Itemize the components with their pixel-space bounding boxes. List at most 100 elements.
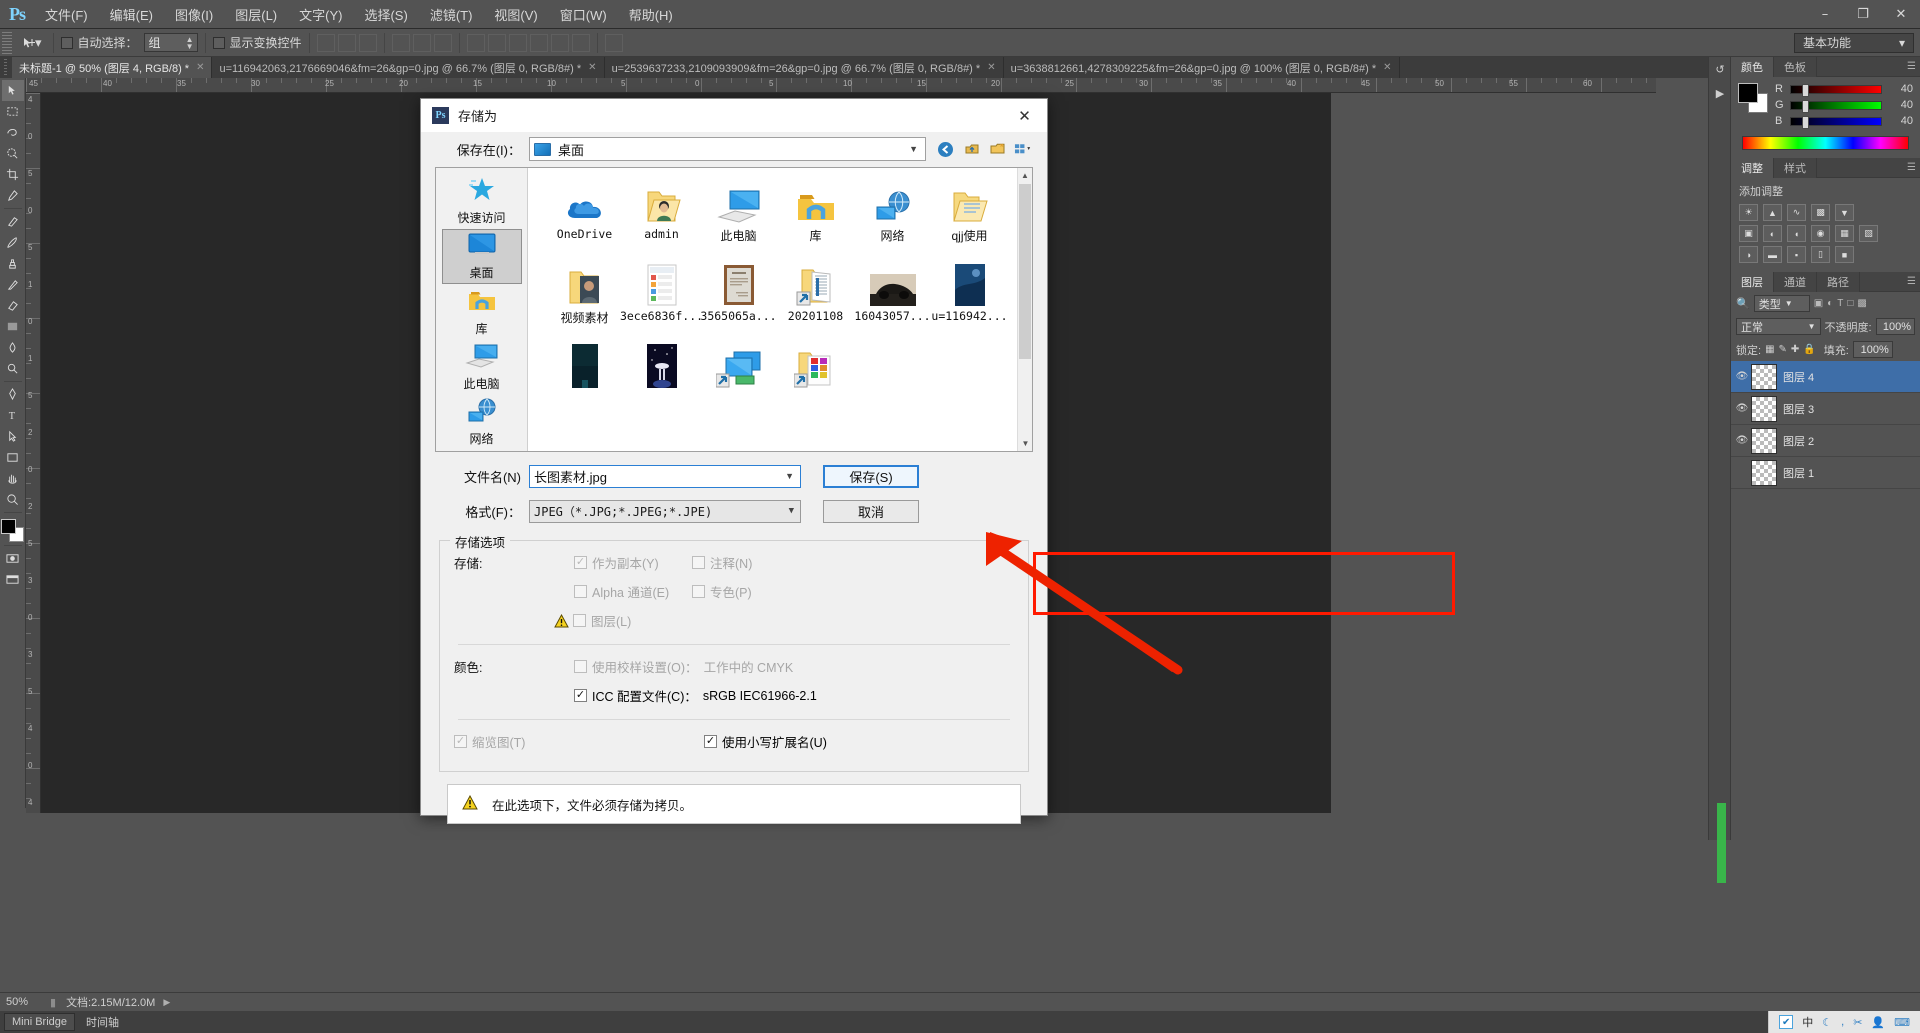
menu-file[interactable]: 文件(F) [34,1,99,28]
align-left-icon[interactable] [392,34,410,52]
zoom-level[interactable]: 50% [6,996,50,1008]
tab-layers[interactable]: 图层 [1731,272,1774,292]
channel-value-r[interactable]: 40 [1887,83,1913,95]
filter-kind-shape-icon[interactable]: □ [1847,298,1853,309]
view-mode-icon[interactable] [1014,140,1033,159]
checkbox-box[interactable] [574,689,587,702]
file-list[interactable]: OneDrive admin 此电脑 [528,168,1032,451]
tool-eraser[interactable] [2,295,24,316]
checkbox-box[interactable] [454,735,467,748]
tool-preset-chevron-icon[interactable]: ▾ [35,35,42,51]
tab-styles[interactable]: 样式 [1774,158,1817,178]
lock-image-icon[interactable]: ✎ [1779,344,1787,355]
show-transform-checkbox[interactable] [213,37,225,49]
menu-filter[interactable]: 滤镜(T) [419,1,484,28]
tab-close-icon[interactable]: ✕ [1383,62,1391,73]
distribute-left-icon[interactable] [530,34,548,52]
chevron-down-icon[interactable]: ▼ [909,144,918,154]
menu-help[interactable]: 帮助(H) [618,1,684,28]
tool-pen[interactable] [2,384,24,405]
threshold-icon[interactable]: ▪ [1787,246,1806,263]
timeline-button[interactable]: 时间轴 [79,1013,126,1031]
chevron-down-icon[interactable]: ▼ [1785,299,1793,308]
tab-close-icon[interactable]: ✕ [588,62,596,73]
filter-kind-adjust-icon[interactable]: ◐ [1827,298,1833,309]
channel-value-g[interactable]: 40 [1887,99,1913,111]
ime-comma-icon[interactable]: , [1841,1016,1844,1028]
tool-hand[interactable] [2,468,24,489]
tool-zoom[interactable] [2,489,24,510]
quick-mask-toggle[interactable] [2,548,24,569]
layer-row[interactable]: 👁 图层 3 [1731,393,1920,425]
distribute-hcenter-icon[interactable] [551,34,569,52]
chevron-down-icon[interactable]: ▼ [789,506,794,516]
file-item[interactable]: 20201108 [777,260,854,332]
menu-view[interactable]: 视图(V) [483,1,548,28]
checkbox-alpha-channels[interactable]: Alpha 通道(E) [574,582,692,601]
checkbox-spot-colors[interactable]: 专色(P) [692,582,810,601]
adjustments-panel-menu-icon[interactable]: ☰ [1817,158,1920,178]
tab-paths[interactable]: 路径 [1817,272,1860,292]
file-item[interactable] [623,342,700,414]
place-network[interactable]: 网络 [442,396,522,450]
dialog-title-bar[interactable]: Ps 存储为 ✕ [421,99,1047,132]
color-panel-swatches[interactable] [1738,83,1768,113]
history-panel-icon[interactable]: ↺ [1709,57,1731,81]
color-panel-fg-swatch[interactable] [1738,83,1758,103]
tool-type[interactable]: T [2,405,24,426]
file-item[interactable]: 库 [777,178,854,250]
tool-eyedropper[interactable] [2,185,24,206]
stepper-icon[interactable]: ▲▼ [186,36,194,50]
align-hcenter-icon[interactable] [413,34,431,52]
align-right-icon[interactable] [434,34,452,52]
scroll-down-icon[interactable]: ▼ [1018,436,1032,451]
file-item[interactable] [700,342,777,414]
channel-knob-g[interactable] [1802,100,1809,113]
auto-select-dropdown[interactable]: 组 ▲▼ [144,33,198,52]
file-list-scrollbar[interactable]: ▲ ▼ [1017,168,1032,451]
tab-close-icon[interactable]: ✕ [987,62,995,73]
file-item[interactable]: 视频素材 [546,260,623,332]
layers-panel-menu-icon[interactable]: ☰ [1860,272,1920,292]
color-swatches[interactable] [1,519,25,543]
actions-panel-icon[interactable]: ▶ [1709,81,1731,105]
tab-channels[interactable]: 通道 [1774,272,1817,292]
channel-slider-r[interactable] [1790,85,1882,94]
tool-clone-stamp[interactable] [2,253,24,274]
checkbox-use-proof-setup[interactable]: 使用校样设置(O)： 工作中的 CMYK [574,657,817,676]
mini-bridge-button[interactable]: Mini Bridge [4,1013,75,1031]
format-dropdown[interactable]: JPEG（*.JPG;*.JPEG;*.JPE) ▼ [529,500,801,523]
ime-user-icon[interactable]: 👤 [1871,1016,1885,1029]
layer-visibility-icon[interactable]: 👁 [1733,403,1751,414]
place-desktop[interactable]: 桌面 [442,229,522,284]
exposure-icon[interactable]: ▩ [1811,204,1830,221]
tool-rectangle[interactable] [2,447,24,468]
color-panel-menu-icon[interactable]: ☰ [1817,57,1920,77]
place-library[interactable]: 库 [442,285,522,339]
file-item[interactable]: 3ece6836f... [623,260,700,332]
file-item[interactable] [777,342,854,414]
checkbox-lowercase-extension[interactable]: 使用小写扩展名(U) [704,732,827,751]
filter-kind-smart-icon[interactable]: ▩ [1857,298,1866,309]
checkbox-thumbnail[interactable]: 缩览图(T) [454,732,704,751]
up-folder-icon[interactable] [962,140,981,159]
auto-select-checkbox[interactable] [61,37,73,49]
lock-transparent-icon[interactable]: ▦ [1765,344,1774,355]
tool-healing-brush[interactable] [2,211,24,232]
checkbox-box[interactable] [574,556,587,569]
workspace-switcher[interactable]: 基本功能 ▾ [1794,33,1914,53]
distribute-top-icon[interactable] [467,34,485,52]
checkbox-box[interactable] [704,735,717,748]
file-item[interactable]: 此电脑 [700,178,777,250]
file-item[interactable]: 16043057... [854,260,931,332]
vibrance-icon[interactable]: ▼ [1835,204,1854,221]
curves-icon[interactable]: ∿ [1787,204,1806,221]
tool-blur[interactable] [2,337,24,358]
tool-lasso[interactable] [2,122,24,143]
ime-tools-icon[interactable]: ✂ [1853,1016,1862,1029]
checkbox-as-copy[interactable]: 作为副本(Y) [574,553,692,572]
file-item[interactable]: u=116942... [931,260,1008,332]
levels-icon[interactable]: ▲ [1763,204,1782,221]
channel-knob-b[interactable] [1802,116,1809,129]
document-tab[interactable]: 未标题-1 @ 50% (图层 4, RGB/8) * ✕ [12,57,212,78]
